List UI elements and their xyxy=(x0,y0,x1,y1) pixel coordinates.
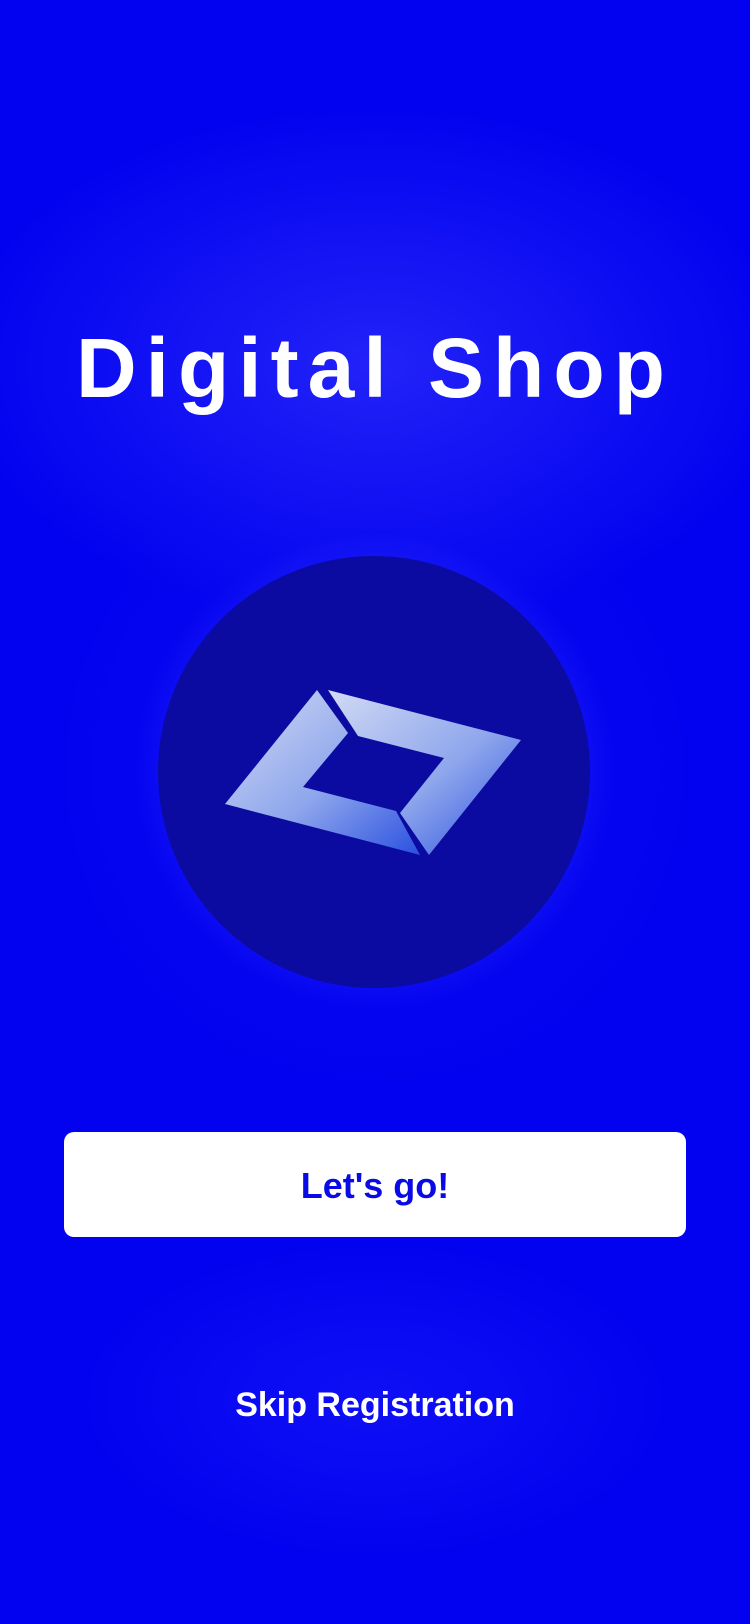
app-title: Digital Shop xyxy=(76,321,674,415)
welcome-screen: Digital Shop Let's go! Skip Registration xyxy=(0,0,750,1624)
lets-go-button[interactable]: Let's go! xyxy=(64,1132,686,1237)
logo-circle xyxy=(158,556,590,988)
skip-registration-link[interactable]: Skip Registration xyxy=(0,1380,750,1430)
shop-diamond-logo-icon xyxy=(225,690,521,855)
